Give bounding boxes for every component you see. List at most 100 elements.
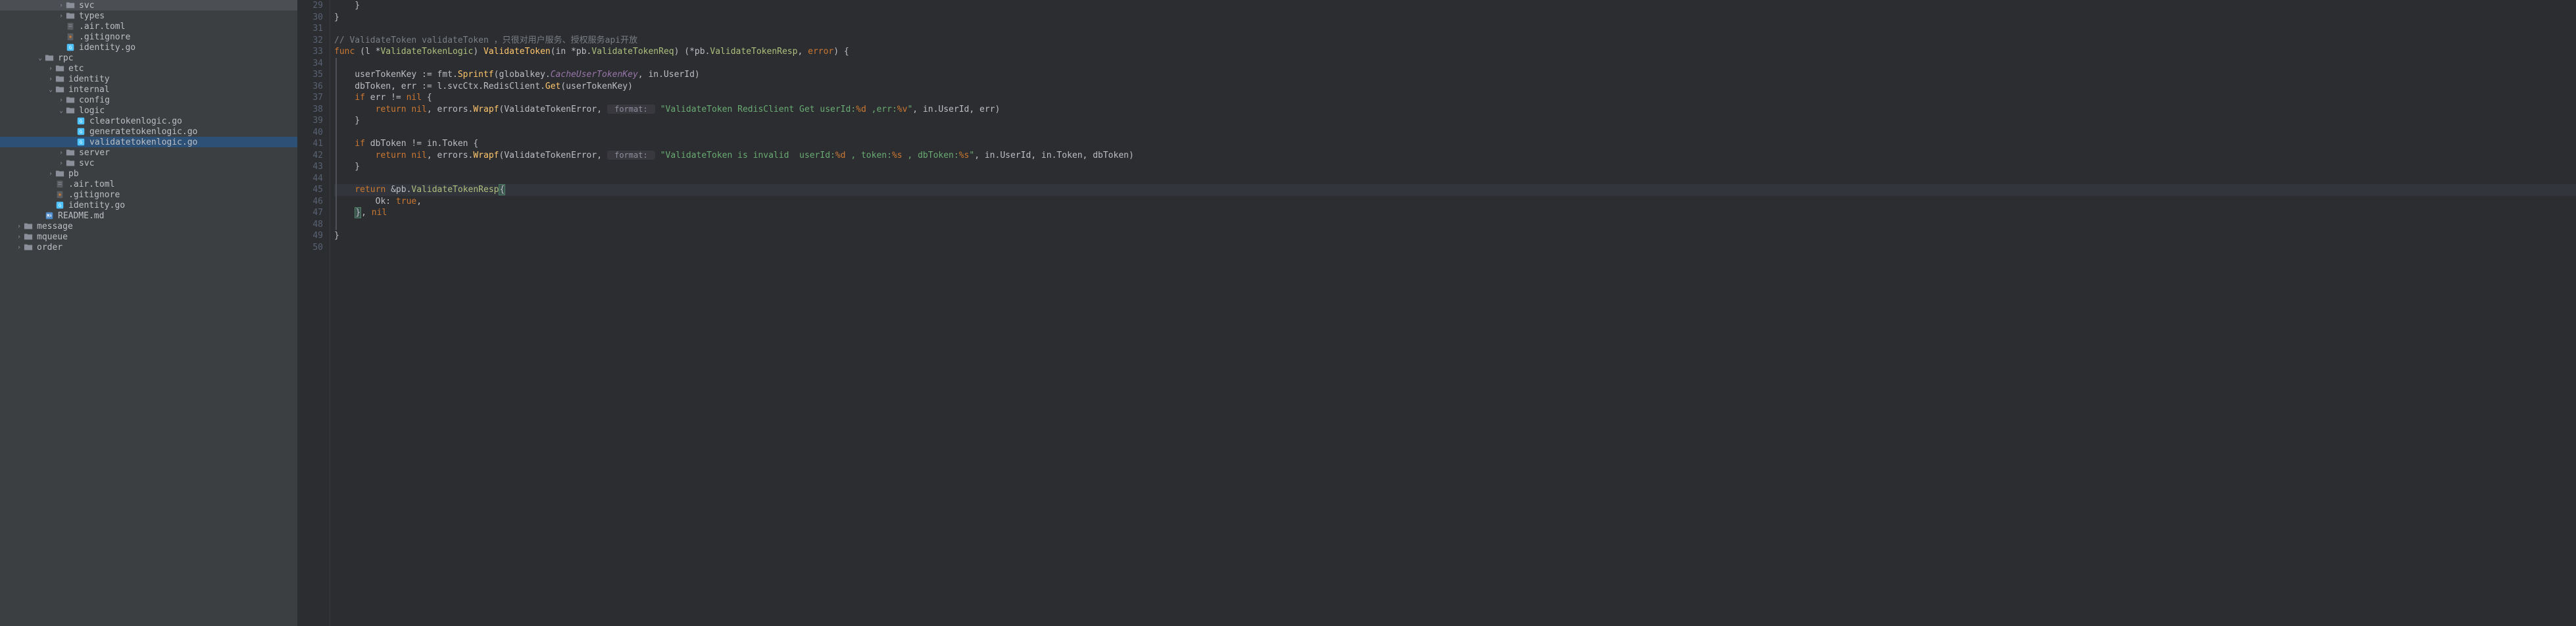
code-area[interactable]: }} // ValidateToken validateToken ，只很对用户服… (330, 0, 2576, 626)
folder-icon (55, 74, 65, 84)
go-icon: G (76, 116, 86, 126)
code-line[interactable] (334, 127, 2576, 139)
tree-item[interactable]: Gcleartokenlogic.go (0, 116, 297, 126)
tree-item-label: README.md (58, 211, 104, 221)
tree-item[interactable]: ›order (0, 242, 297, 253)
tree-item[interactable]: ›message (0, 221, 297, 231)
code-line[interactable]: } (334, 115, 2576, 127)
chevron-right-icon[interactable]: › (58, 149, 64, 156)
tree-item[interactable]: ›identity (0, 74, 297, 84)
tree-item[interactable]: .air.toml (0, 21, 297, 32)
code-line[interactable]: }, nil (334, 207, 2576, 219)
line-number: 40 (297, 127, 323, 139)
code-line[interactable]: 💡 return &pb.ValidateTokenResp{ (334, 184, 2576, 196)
code-token: if (355, 139, 370, 149)
code-line[interactable]: } (334, 12, 2576, 24)
code-line[interactable] (334, 23, 2576, 35)
code-token: dbToken != in.Token { (370, 139, 478, 149)
code-line[interactable]: Ok: true, (334, 196, 2576, 208)
code-line[interactable] (334, 242, 2576, 254)
toml-icon (65, 21, 76, 32)
tree-item[interactable]: .gitignore (0, 32, 297, 42)
tree-item[interactable]: › types (0, 11, 297, 21)
code-token: %s (892, 151, 903, 160)
code-token: Ok: (334, 197, 396, 206)
go-icon: G (55, 200, 65, 210)
code-line[interactable]: // ValidateToken validateToken ，只很对用户服务、… (334, 35, 2576, 47)
tree-item[interactable]: ⌄internal (0, 84, 297, 95)
code-line[interactable]: if dbToken != in.Token { (334, 138, 2576, 150)
line-number: 33 (297, 46, 323, 58)
tree-item[interactable]: ›pb (0, 168, 297, 179)
tree-item-label: logic (79, 106, 105, 116)
tree-item[interactable]: › svc (0, 0, 297, 11)
tree-item[interactable]: ⌄ logic (0, 105, 297, 116)
tree-item-label: identity.go (68, 201, 125, 210)
folder-icon (55, 168, 65, 179)
tree-item[interactable]: ›config (0, 95, 297, 105)
tree-item-label: validatetokenlogic.go (89, 137, 197, 147)
tree-item[interactable]: ›etc (0, 63, 297, 74)
code-token: nil (411, 105, 426, 114)
chevron-down-icon[interactable]: ⌄ (37, 55, 43, 62)
tree-item[interactable]: ›mqueue (0, 231, 297, 242)
code-editor[interactable]: 2930313233343536373839404142434445464748… (297, 0, 2576, 626)
tree-item[interactable]: .air.toml (0, 179, 297, 189)
chevron-right-icon[interactable]: › (16, 233, 22, 241)
chevron-right-icon[interactable]: › (58, 12, 64, 20)
code-line[interactable]: } (334, 230, 2576, 242)
chevron-right-icon[interactable]: › (16, 244, 22, 251)
tree-item[interactable]: ›server (0, 147, 297, 158)
toml-icon (55, 179, 65, 189)
code-token: %v (897, 105, 908, 114)
folder-icon (23, 221, 34, 231)
project-tree[interactable]: ›svc›types.air.toml.gitignoreGidentity.g… (0, 0, 297, 626)
tree-item[interactable]: README.md (0, 210, 297, 221)
chevron-right-icon[interactable]: › (58, 2, 64, 9)
tree-item[interactable]: Gidentity.go (0, 200, 297, 210)
code-token: ValidateToken (483, 47, 551, 57)
chevron-down-icon[interactable]: ⌄ (58, 107, 64, 114)
code-token: ，只很对用户服务、授权服务api开放 (494, 36, 637, 45)
code-token: %d (835, 151, 846, 160)
tree-item-label: identity.go (79, 43, 136, 53)
gitignore-icon (65, 32, 76, 42)
code-line[interactable]: } (334, 0, 2576, 12)
chevron-right-icon[interactable]: › (16, 223, 22, 230)
code-token: Get (545, 82, 560, 91)
chevron-right-icon[interactable]: › (47, 65, 54, 72)
chevron-right-icon[interactable]: › (47, 170, 54, 178)
code-line[interactable]: return nil, errors.Wrapf(ValidateTokenEr… (334, 104, 2576, 116)
tree-item[interactable]: Gvalidatetokenlogic.go (0, 137, 297, 147)
code-line[interactable] (334, 173, 2576, 185)
code-line[interactable]: return nil, errors.Wrapf(ValidateTokenEr… (334, 150, 2576, 162)
tree-item[interactable]: .gitignore (0, 189, 297, 200)
chevron-right-icon[interactable]: › (47, 76, 54, 83)
chevron-right-icon[interactable]: › (58, 97, 64, 104)
code-token: , (797, 47, 808, 57)
chevron-down-icon[interactable]: ⌄ (47, 86, 54, 93)
code-line[interactable] (334, 58, 2576, 70)
tree-item[interactable]: Gidentity.go (0, 42, 297, 53)
code-line[interactable] (334, 219, 2576, 231)
tree-item-label: types (79, 11, 105, 21)
code-token (334, 105, 376, 114)
code-line[interactable]: } (334, 161, 2576, 173)
chevron-right-icon[interactable]: › (58, 160, 64, 167)
code-line[interactable]: userTokenKey := fmt.Sprintf(globalkey.Ca… (334, 69, 2576, 81)
code-token: } (334, 162, 360, 172)
tree-item-label: svc (79, 1, 94, 11)
code-token: " (969, 151, 974, 160)
code-line[interactable]: if err != nil { (334, 92, 2576, 104)
code-token: Wrapf (473, 151, 499, 160)
code-token: nil (411, 151, 426, 160)
code-token: %d (856, 105, 866, 114)
code-line[interactable]: func (l *ValidateTokenLogic) ValidateTok… (334, 46, 2576, 58)
tree-item[interactable]: Ggeneratetokenlogic.go (0, 126, 297, 137)
code-token: format: (607, 105, 655, 114)
tree-item[interactable]: ›svc (0, 158, 297, 168)
code-token: , in.UserId, in.Token, dbToken) (974, 151, 1134, 160)
code-line[interactable]: dbToken, err := l.svcCtx.RedisClient.Get… (334, 81, 2576, 93)
svg-text:G: G (80, 140, 82, 145)
tree-item[interactable]: ⌄rpc (0, 53, 297, 63)
